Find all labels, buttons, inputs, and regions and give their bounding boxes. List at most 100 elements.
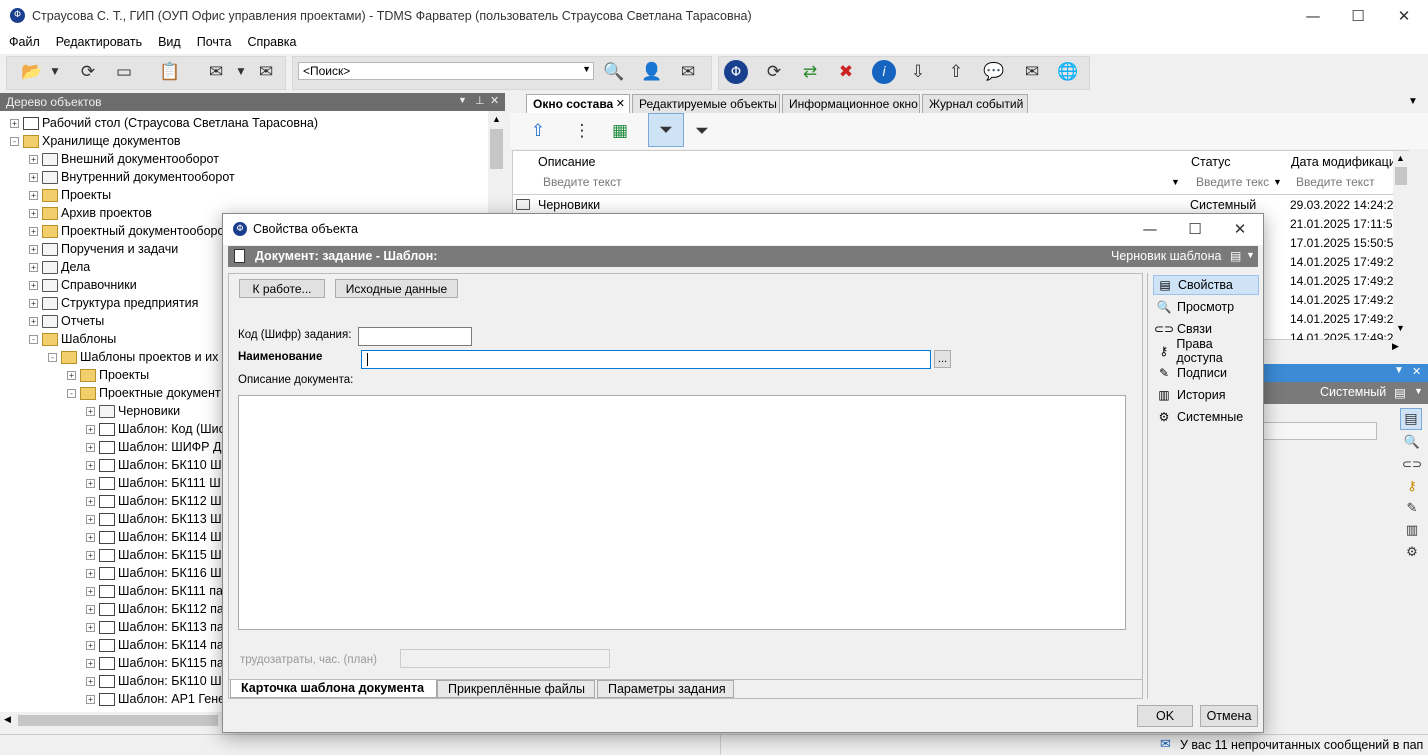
tree-item[interactable]: + Проектный документооборот: [29, 222, 230, 240]
grid-cell-date[interactable]: 29.03.2022 14:24:28: [1290, 198, 1400, 212]
bottom-tab-2[interactable]: Параметры задания: [597, 680, 734, 698]
sidebar-item-system[interactable]: ⚙ Системные: [1153, 407, 1259, 427]
tree-item[interactable]: + Поручения и задачи: [29, 240, 178, 258]
labor-input[interactable]: [400, 649, 610, 668]
side-system-icon[interactable]: ⚙: [1400, 540, 1424, 564]
scroll-thumb[interactable]: [490, 129, 503, 169]
side-history-icon[interactable]: ▥: [1400, 518, 1424, 542]
minimize-button[interactable]: —: [1290, 0, 1336, 32]
tree-item[interactable]: + Шаблон: БК111 Ш: [86, 474, 221, 492]
tree-item[interactable]: + Рабочий стол (Страусова Светлана Тарасо…: [10, 114, 318, 132]
tree-item[interactable]: + Проекты: [29, 186, 111, 204]
unread-messages-text[interactable]: У вас 11 непрочитанных сообщений в пап: [1180, 738, 1423, 752]
expand-icon[interactable]: +: [86, 460, 95, 470]
tree-item[interactable]: + Шаблон: БК110 Ш: [86, 672, 222, 690]
pin-icon[interactable]: ⊥: [475, 94, 485, 107]
grid-cell-date[interactable]: 14.01.2025 17:49:26: [1290, 255, 1400, 269]
grid-scroll-down-icon[interactable]: ▼: [1396, 323, 1405, 333]
tree-item[interactable]: + Шаблон: ШИФР Д: [86, 438, 221, 456]
expand-icon[interactable]: +: [29, 208, 38, 218]
expand-icon[interactable]: +: [86, 478, 95, 488]
collapse-icon[interactable]: -: [48, 352, 57, 362]
grid-scroll-right-icon[interactable]: ▶: [1392, 341, 1399, 352]
expand-icon[interactable]: +: [67, 370, 76, 380]
grid-cell-date[interactable]: 17.01.2025 15:50:58: [1290, 236, 1400, 250]
menu-item-4[interactable]: Справка: [238, 32, 303, 54]
chevron-down-icon[interactable]: ▼: [582, 64, 591, 74]
tree-item[interactable]: + Справочники: [29, 276, 137, 294]
grid-cell-date[interactable]: 14.01.2025 17:49:26: [1290, 274, 1400, 288]
tree-item[interactable]: + Шаблон: БК114 Ш: [86, 528, 222, 546]
maximize-button[interactable]: ☐: [1335, 0, 1381, 32]
tab-1[interactable]: Редактируемые объекты: [632, 94, 780, 113]
up-arrow-icon[interactable]: ⇧: [526, 119, 550, 143]
disconnect-icon[interactable]: ✖: [834, 60, 858, 84]
name-input[interactable]: [361, 350, 931, 369]
mailbox-icon[interactable]: ✉: [1020, 60, 1044, 84]
expand-icon[interactable]: +: [86, 496, 95, 506]
tree-view-icon[interactable]: ⋮: [570, 119, 594, 143]
search-combobox[interactable]: <Поиск> ▼: [298, 62, 594, 80]
menu-item-2[interactable]: Вид: [149, 32, 188, 54]
expand-icon[interactable]: +: [10, 118, 19, 128]
expand-icon[interactable]: +: [86, 424, 95, 434]
col-header-date[interactable]: Дата модификации: [1291, 155, 1403, 169]
ok-button[interactable]: OK: [1137, 705, 1193, 727]
col-header-status[interactable]: Статус: [1191, 155, 1231, 169]
expand-icon[interactable]: +: [86, 568, 95, 578]
new-object-icon[interactable]: 📂: [20, 60, 44, 84]
globe-icon[interactable]: 🌐: [1056, 60, 1080, 84]
find-user-icon[interactable]: 👤: [640, 60, 664, 84]
side-pen-icon[interactable]: ✎: [1400, 496, 1424, 520]
tree-item[interactable]: + Шаблон: БК116 Ш: [86, 564, 222, 582]
compose-mail-icon[interactable]: ✉: [204, 60, 228, 84]
tree-item[interactable]: + Шаблон: Код (Шис: [86, 420, 225, 438]
tdms-logo-icon[interactable]: Φ: [724, 60, 748, 84]
expand-icon[interactable]: +: [86, 550, 95, 560]
expand-icon[interactable]: +: [86, 640, 95, 650]
expand-icon[interactable]: +: [29, 226, 38, 236]
filter-settings-icon[interactable]: ⏷: [690, 119, 714, 143]
window-icon[interactable]: ▭: [112, 60, 136, 84]
info-icon[interactable]: i: [872, 60, 896, 84]
filter-status-dropdown-icon[interactable]: ▼: [1273, 177, 1282, 187]
scroll-up-icon[interactable]: ▲: [492, 114, 501, 124]
tree-item[interactable]: - Шаблоны: [29, 330, 116, 348]
menu-item-3[interactable]: Почта: [188, 32, 239, 54]
tree-item[interactable]: + Отчеты: [29, 312, 104, 330]
grid-scroll-up-icon[interactable]: ▲: [1396, 153, 1405, 163]
expand-icon[interactable]: +: [86, 694, 95, 704]
mail-icon[interactable]: ✉: [1160, 737, 1171, 752]
close-button[interactable]: ✕: [1381, 0, 1427, 32]
expand-icon[interactable]: +: [29, 280, 38, 290]
status-doc-icon[interactable]: ▤: [1230, 249, 1241, 263]
input-data-button[interactable]: Исходные данные: [335, 279, 458, 298]
excel-export-icon[interactable]: ▦: [608, 119, 632, 143]
collapse-icon[interactable]: -: [10, 136, 19, 146]
grid-cell-date[interactable]: 14.01.2025 17:49:27: [1290, 312, 1400, 326]
expand-icon[interactable]: +: [86, 406, 95, 416]
scroll-left-icon[interactable]: ◀: [4, 714, 11, 725]
tree-item[interactable]: + Дела: [29, 258, 90, 276]
side-link-icon[interactable]: ⊂⊃: [1400, 452, 1424, 476]
tree-item[interactable]: + Шаблон: БК115 Ш: [86, 546, 222, 564]
checkout-icon[interactable]: ⇧: [944, 60, 968, 84]
compose-dropdown-icon[interactable]: ▼: [234, 60, 248, 84]
cancel-button[interactable]: Отмена: [1200, 705, 1258, 727]
side-view-icon[interactable]: 🔍: [1400, 430, 1424, 454]
grid-vertical-scrollbar[interactable]: ▲ ▼: [1393, 151, 1409, 341]
tree-item[interactable]: + Внешний документооборот: [29, 150, 219, 168]
tree-item[interactable]: + Внутренний документооборот: [29, 168, 235, 186]
dialog-minimize-button[interactable]: —: [1128, 214, 1172, 244]
comment-icon[interactable]: 💬: [982, 60, 1006, 84]
tree-item[interactable]: + Шаблон: БК115 па: [86, 654, 224, 672]
panel2-dropdown-icon[interactable]: ▼: [1414, 386, 1423, 396]
tree-item[interactable]: + Шаблон: БК113 па: [86, 618, 224, 636]
expand-icon[interactable]: +: [29, 244, 38, 254]
tree-item[interactable]: + Шаблон: БК111 па: [86, 582, 223, 600]
find-folder-icon[interactable]: 🔍: [602, 60, 626, 84]
find-mail-icon[interactable]: ✉: [676, 60, 700, 84]
side-properties-icon[interactable]: ▤: [1400, 408, 1422, 430]
collapse-icon[interactable]: -: [29, 334, 38, 344]
expand-icon[interactable]: +: [86, 586, 95, 596]
